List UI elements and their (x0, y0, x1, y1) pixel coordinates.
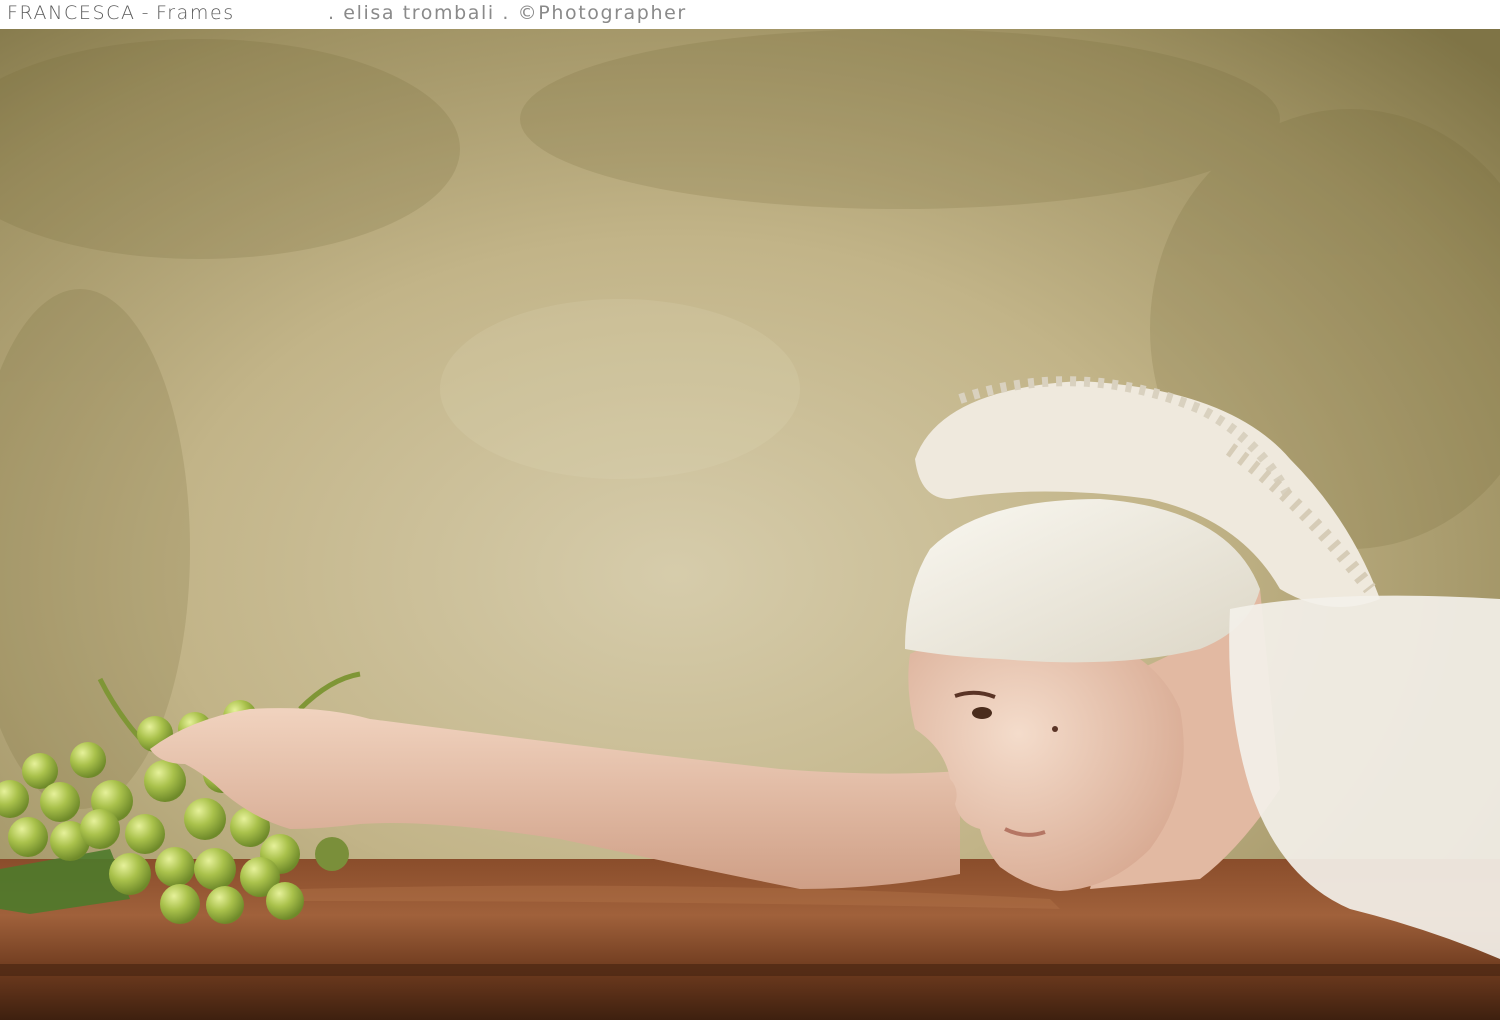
photo-illustration (0, 29, 1500, 1020)
site-title-link[interactable]: FRANCESCA (7, 2, 136, 24)
credit-group: . elisa trombali . ©Photographer (328, 2, 687, 24)
photographer-link[interactable]: . elisa trombali . (328, 2, 510, 24)
site-header: FRANCESCA - Frames . elisa trombali . ©Pho… (0, 0, 1500, 30)
copyright-link[interactable]: ©Photographer (518, 2, 687, 24)
page: FRANCESCA - Frames . elisa trombali . ©Pho… (0, 0, 1500, 1020)
section-link-frames[interactable]: Frames (156, 2, 235, 24)
title-separator: - (141, 2, 151, 24)
main-photo[interactable] (0, 29, 1500, 1020)
title-group: FRANCESCA - Frames (7, 2, 235, 24)
